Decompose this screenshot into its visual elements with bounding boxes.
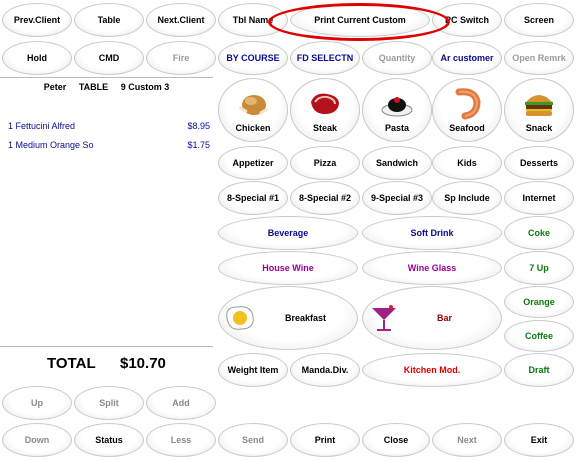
order-line[interactable]: 1 Medium Orange So $1.75 [8, 140, 212, 150]
status-button[interactable]: Status [74, 423, 144, 457]
quantity-button[interactable]: Quantity [362, 41, 432, 75]
house-wine-button[interactable]: House Wine [218, 251, 358, 285]
pizza-button[interactable]: Pizza [290, 146, 360, 180]
add-button[interactable]: Add [146, 386, 216, 420]
manda-div-button[interactable]: Manda.Div. [290, 353, 360, 387]
steak-icon [311, 93, 339, 114]
open-remrk-button[interactable]: Open Remrk [504, 41, 574, 75]
internet-button[interactable]: Internet [504, 181, 574, 215]
appetizer-button[interactable]: Appetizer [218, 146, 288, 180]
special-3-button[interactable]: 9-Special #3 [362, 181, 432, 215]
ar-customer-button[interactable]: Ar customer [432, 41, 502, 75]
chicken-button[interactable]: Chicken [218, 78, 288, 142]
total-value: $10.70 [120, 355, 166, 372]
bar-button[interactable]: Bar [362, 286, 502, 350]
screen-button[interactable]: Screen [504, 3, 574, 37]
shrimp-icon [455, 87, 481, 119]
fd-selectn-button[interactable]: FD SELECTN [290, 41, 360, 75]
special-1-button[interactable]: 8-Special #1 [218, 181, 288, 215]
order-header: Peter TABLE 9 Custom 3 [0, 82, 213, 92]
seafood-label: Seafood [449, 122, 485, 133]
highlight-circle [268, 3, 450, 41]
cmd-button[interactable]: CMD [74, 41, 144, 75]
draft-button[interactable]: Draft [504, 353, 574, 387]
table-info: 9 Custom 3 [120, 82, 170, 92]
order-line[interactable]: 1 Fettucini Alfred $8.95 [8, 121, 212, 131]
cocktail-icon [372, 305, 396, 331]
orange-button[interactable]: Orange [504, 286, 574, 318]
next-button[interactable]: Next [432, 423, 502, 457]
beverage-button[interactable]: Beverage [218, 216, 358, 250]
close-button[interactable]: Close [362, 423, 430, 457]
sp-include-button[interactable]: Sp Include [432, 181, 502, 215]
prev-client-button[interactable]: Prev.Client [2, 3, 72, 37]
hold-button[interactable]: Hold [2, 41, 72, 75]
desserts-button[interactable]: Desserts [504, 146, 574, 180]
by-course-button[interactable]: BY COURSE [218, 41, 288, 75]
chicken-icon [239, 94, 268, 115]
breakfast-button[interactable]: Breakfast [218, 286, 358, 350]
coke-button[interactable]: Coke [504, 216, 574, 250]
item-name: 1 Fettucini Alfred [8, 121, 76, 131]
order-panel [0, 77, 213, 347]
special-2-button[interactable]: 8-Special #2 [290, 181, 360, 215]
kitchen-mod-button[interactable]: Kitchen Mod. [362, 353, 502, 387]
weight-item-button[interactable]: Weight Item [218, 353, 288, 387]
send-button[interactable]: Send [218, 423, 288, 457]
pasta-label: Pasta [384, 122, 410, 133]
exit-button[interactable]: Exit [504, 423, 574, 457]
seafood-button[interactable]: Seafood [432, 78, 502, 142]
kids-button[interactable]: Kids [432, 146, 502, 180]
less-button[interactable]: Less [146, 423, 216, 457]
steak-button[interactable]: Steak [290, 78, 360, 142]
print-button[interactable]: Print [290, 423, 360, 457]
table-button[interactable]: Table [74, 3, 144, 37]
sandwich-button[interactable]: Sandwich [362, 146, 432, 180]
item-price: $1.75 [187, 140, 210, 150]
coffee-button[interactable]: Coffee [504, 320, 574, 352]
fire-button[interactable]: Fire [146, 41, 216, 75]
up-button[interactable]: Up [2, 386, 72, 420]
down-button[interactable]: Down [2, 423, 72, 457]
chicken-label: Chicken [235, 122, 271, 133]
bar-label: Bar [437, 313, 453, 323]
pasta-button[interactable]: Pasta [362, 78, 432, 142]
soft-drink-button[interactable]: Soft Drink [362, 216, 502, 250]
split-button[interactable]: Split [74, 386, 144, 420]
steak-label: Steak [312, 122, 338, 133]
server-name: Peter [43, 82, 67, 92]
fried-egg-icon [226, 306, 254, 330]
next-client-button[interactable]: Next.Client [146, 3, 216, 37]
burger-icon [525, 94, 553, 116]
pasta-icon [381, 96, 413, 116]
item-price: $8.95 [187, 121, 210, 131]
snack-button[interactable]: Snack [504, 78, 574, 142]
item-name: 1 Medium Orange So [8, 140, 94, 150]
total-label: TOTAL [47, 355, 96, 372]
breakfast-label: Breakfast [285, 313, 327, 323]
table-label: TABLE [78, 82, 109, 92]
wine-glass-button[interactable]: Wine Glass [362, 251, 502, 285]
seven-up-button[interactable]: 7 Up [504, 251, 574, 285]
snack-label: Snack [525, 122, 553, 133]
